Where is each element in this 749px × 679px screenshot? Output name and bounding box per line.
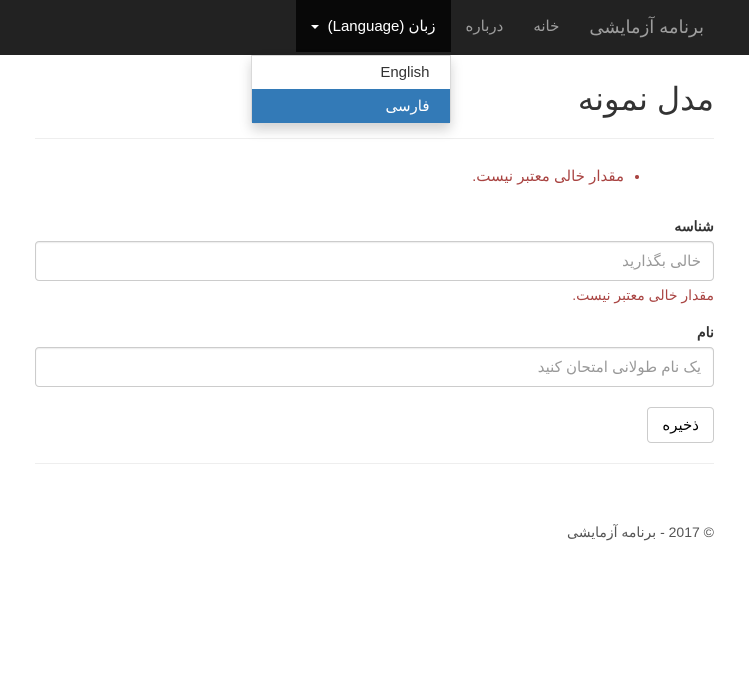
language-label: زبان (Language) xyxy=(328,18,436,35)
caret-down-icon xyxy=(311,25,319,29)
id-label: شناسه xyxy=(35,218,714,235)
footer: © 2017 - برنامه آزمایشی xyxy=(0,509,749,556)
language-option-english[interactable]: English xyxy=(252,56,450,89)
form-group-submit: ذخیره xyxy=(35,407,714,443)
navbar: برنامه آزمایشی خانه درباره زبان (Languag… xyxy=(0,0,749,55)
navbar-brand[interactable]: برنامه آزمایشی xyxy=(574,0,719,55)
footer-text: © 2017 - برنامه آزمایشی xyxy=(567,524,714,540)
divider-bottom xyxy=(35,463,714,464)
language-menu: English فارسی xyxy=(251,55,451,124)
name-label: نام xyxy=(35,324,714,341)
language-dropdown: زبان (Language) English فارسی xyxy=(296,0,450,55)
form-group-id: شناسه مقدار خالی معتبر نیست. xyxy=(35,218,714,304)
language-option-farsi[interactable]: فارسی xyxy=(252,89,450,123)
validation-summary-item: مقدار خالی معتبر نیست. xyxy=(35,164,624,188)
navbar-nav: خانه درباره زبان (Language) English فارس… xyxy=(296,0,574,55)
validation-summary: مقدار خالی معتبر نیست. xyxy=(35,164,654,188)
id-input[interactable] xyxy=(35,241,714,281)
submit-button[interactable]: ذخیره xyxy=(647,407,714,443)
name-input[interactable] xyxy=(35,347,714,387)
language-toggle[interactable]: زبان (Language) xyxy=(296,0,450,52)
nav-link-home[interactable]: خانه xyxy=(518,0,574,52)
id-error: مقدار خالی معتبر نیست. xyxy=(35,287,714,304)
form-group-name: نام xyxy=(35,324,714,387)
nav-link-about[interactable]: درباره xyxy=(451,0,519,52)
divider xyxy=(35,138,714,139)
